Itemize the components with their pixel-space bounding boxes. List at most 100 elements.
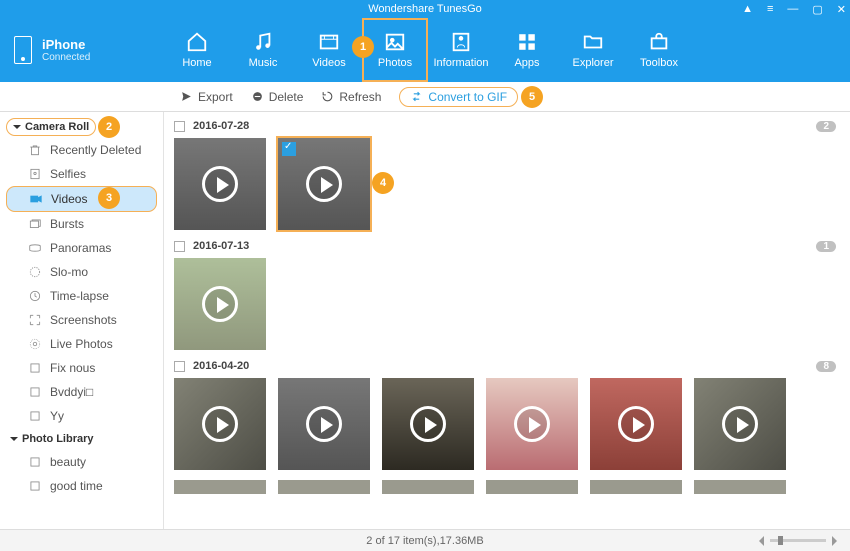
sidebar-item-panoramas[interactable]: Panoramas	[0, 236, 163, 260]
sidebar-item-live-photos[interactable]: Live Photos	[0, 332, 163, 356]
video-thumb-selected[interactable]: 4	[278, 138, 370, 230]
nav-explorer[interactable]: Explorer	[560, 18, 626, 82]
video-thumb[interactable]	[174, 138, 266, 230]
convert-label: Convert to GIF	[428, 90, 507, 104]
export-button[interactable]: Export	[180, 90, 233, 104]
section-count: 2	[816, 121, 836, 132]
minimize-icon[interactable]: —	[787, 3, 798, 15]
marker-5: 5	[521, 86, 543, 108]
sidebar-label: Selfies	[50, 167, 86, 181]
nav-explorer-label: Explorer	[573, 57, 614, 69]
device-name: iPhone	[42, 37, 90, 52]
device-panel[interactable]: iPhone Connected	[0, 36, 164, 64]
delete-label: Delete	[269, 90, 304, 104]
device-status: Connected	[42, 52, 90, 63]
check-icon	[282, 142, 296, 156]
sidebar-item-screenshots[interactable]: Screenshots	[0, 308, 163, 332]
sidebar-item-videos[interactable]: Videos 3	[6, 186, 157, 212]
zoom-in-icon[interactable]	[832, 536, 842, 546]
refresh-button[interactable]: Refresh	[321, 90, 381, 104]
nav-photos-label: Photos	[378, 57, 412, 69]
sidebar-label: Live Photos	[50, 337, 113, 351]
sidebar-label: Bursts	[50, 217, 84, 231]
sidebar: Camera Roll 2 Recently Deleted Selfies V…	[0, 112, 164, 529]
action-bar: Export Delete Refresh Convert to GIF 5	[0, 82, 850, 112]
section-count: 8	[816, 361, 836, 372]
user-icon[interactable]: ▲	[742, 3, 753, 15]
content-area: 2016-07-28 2 4 2016-07-13 1 2016-04-20 8	[164, 112, 850, 529]
section-header: 2016-07-28 2	[174, 120, 840, 132]
video-thumb[interactable]	[174, 258, 266, 350]
section-header: 2016-04-20 8	[174, 360, 840, 372]
zoom-knob[interactable]	[778, 536, 783, 545]
video-thumb[interactable]	[278, 378, 370, 470]
sidebar-label: Videos	[51, 192, 87, 206]
nav-music[interactable]: Music	[230, 18, 296, 82]
sidebar-item-fix-nous[interactable]: Fix nous	[0, 356, 163, 380]
sidebar-label: Slo-mo	[50, 265, 88, 279]
photo-library-label: Photo Library	[22, 433, 94, 445]
video-thumb[interactable]	[382, 378, 474, 470]
video-thumb[interactable]	[694, 378, 786, 470]
sidebar-label: Screenshots	[50, 313, 117, 327]
sidebar-item-yy[interactable]: Yy	[0, 404, 163, 428]
zoom-out-icon[interactable]	[754, 536, 764, 546]
convert-gif-button[interactable]: Convert to GIF 5	[399, 87, 518, 107]
video-thumb[interactable]	[486, 378, 578, 470]
nav-info-label: Information	[433, 57, 488, 69]
thumb-strip	[174, 480, 840, 494]
sidebar-item-bursts[interactable]: Bursts	[0, 212, 163, 236]
sidebar-item-timelapse[interactable]: Time-lapse	[0, 284, 163, 308]
play-icon	[722, 406, 758, 442]
top-bar: iPhone Connected Home Music Videos 1 Pho…	[0, 18, 850, 82]
close-icon[interactable]: ✕	[837, 3, 846, 16]
nav-toolbox[interactable]: Toolbox	[626, 18, 692, 82]
sidebar-group-photo-library[interactable]: Photo Library	[0, 428, 163, 450]
main-nav: Home Music Videos 1 Photos Information A…	[164, 18, 850, 82]
nav-home-label: Home	[182, 57, 211, 69]
section-checkbox[interactable]	[174, 361, 185, 372]
maximize-icon[interactable]: ▢	[812, 3, 822, 16]
nav-information[interactable]: Information	[428, 18, 494, 82]
play-icon	[202, 286, 238, 322]
delete-button[interactable]: Delete	[251, 90, 304, 104]
sidebar-label: Bvddyi□	[50, 385, 93, 399]
sidebar-item-beauty[interactable]: beauty	[0, 450, 163, 474]
sidebar-item-bvddyi[interactable]: Bvddyi□	[0, 380, 163, 404]
video-thumb[interactable]	[174, 378, 266, 470]
zoom-control[interactable]	[754, 536, 842, 546]
sidebar-group-camera-roll[interactable]: Camera Roll	[6, 118, 96, 136]
nav-apps[interactable]: Apps	[494, 18, 560, 82]
sidebar-label: Time-lapse	[50, 289, 109, 303]
refresh-label: Refresh	[339, 90, 381, 104]
video-thumb[interactable]	[590, 378, 682, 470]
play-icon	[410, 406, 446, 442]
nav-apps-label: Apps	[514, 57, 539, 69]
nav-home[interactable]: Home	[164, 18, 230, 82]
sidebar-label: good time	[50, 479, 103, 493]
sidebar-label: Fix nous	[50, 361, 95, 375]
play-icon	[514, 406, 550, 442]
sidebar-item-recently-deleted[interactable]: Recently Deleted	[0, 138, 163, 162]
camera-roll-label: Camera Roll	[25, 121, 89, 133]
nav-photos[interactable]: 1 Photos	[362, 18, 428, 82]
section-count: 1	[816, 241, 836, 252]
section-date: 2016-04-20	[193, 360, 249, 372]
section-date: 2016-07-13	[193, 240, 249, 252]
section-header: 2016-07-13 1	[174, 240, 840, 252]
section-checkbox[interactable]	[174, 121, 185, 132]
sidebar-label: Panoramas	[50, 241, 111, 255]
section-checkbox[interactable]	[174, 241, 185, 252]
marker-2: 2	[98, 116, 120, 138]
status-bar: 2 of 17 item(s),17.36MB	[0, 529, 850, 551]
export-label: Export	[198, 90, 233, 104]
sidebar-item-selfies[interactable]: Selfies	[0, 162, 163, 186]
menu-icon[interactable]: ≡	[767, 3, 773, 15]
zoom-track[interactable]	[770, 539, 826, 542]
sidebar-label: beauty	[50, 455, 86, 469]
play-icon	[618, 406, 654, 442]
nav-videos[interactable]: Videos	[296, 18, 362, 82]
sidebar-item-good-time[interactable]: good time	[0, 474, 163, 498]
nav-music-label: Music	[249, 57, 278, 69]
sidebar-item-slomo[interactable]: Slo-mo	[0, 260, 163, 284]
